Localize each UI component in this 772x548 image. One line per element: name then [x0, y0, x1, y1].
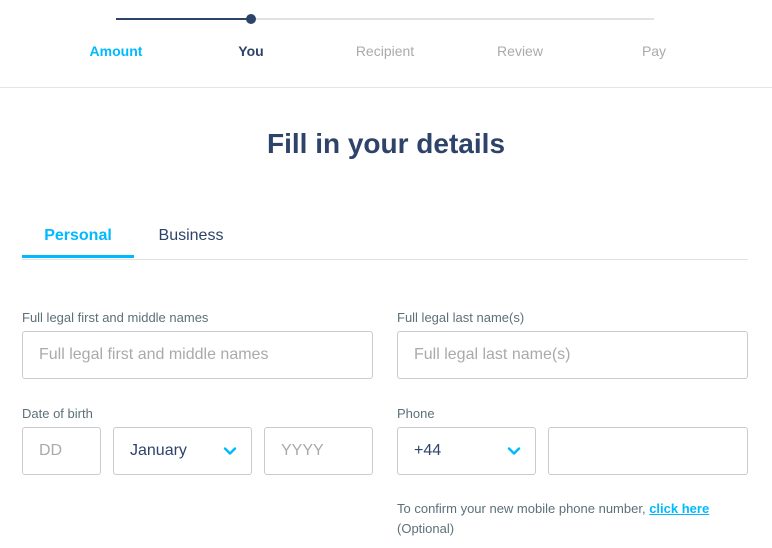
phone-country-code-value: +44 — [414, 442, 442, 459]
progress-track — [116, 18, 654, 20]
phone-number-input[interactable] — [548, 427, 748, 475]
progress-fill — [116, 18, 251, 20]
phone-label: Phone — [397, 406, 435, 421]
step-recipient: Recipient — [355, 43, 415, 59]
progress-current-dot — [245, 14, 256, 24]
progress-stepper: Amount You Recipient Review Pay — [0, 0, 772, 88]
tab-personal[interactable]: Personal — [22, 222, 134, 258]
last-name-input[interactable] — [397, 331, 748, 379]
step-amount[interactable]: Amount — [56, 43, 176, 59]
step-pay: Pay — [641, 43, 667, 59]
chevron-down-icon — [223, 447, 237, 455]
chevron-down-icon — [507, 447, 521, 455]
phone-confirm-help: To confirm your new mobile phone number,… — [397, 499, 747, 539]
dob-month-value: January — [130, 442, 187, 459]
dob-year-input[interactable] — [264, 427, 373, 475]
dob-month-select[interactable]: January — [113, 427, 252, 475]
first-names-label: Full legal first and middle names — [22, 310, 209, 325]
step-you: You — [238, 43, 264, 59]
dob-day-input[interactable] — [22, 427, 101, 475]
step-review: Review — [497, 43, 543, 59]
first-names-input[interactable] — [22, 331, 373, 379]
last-name-label: Full legal last name(s) — [397, 310, 525, 325]
account-type-tabs: Personal Business — [22, 222, 748, 260]
date-of-birth-label: Date of birth — [22, 406, 93, 421]
phone-country-code-select[interactable]: +44 — [397, 427, 536, 475]
optional-label: (Optional) — [397, 521, 455, 536]
phone-confirm-text: To confirm your new mobile phone number, — [397, 501, 650, 516]
click-here-link[interactable]: click here — [649, 501, 709, 516]
tab-business[interactable]: Business — [134, 222, 248, 259]
page-title: Fill in your details — [266, 128, 506, 159]
